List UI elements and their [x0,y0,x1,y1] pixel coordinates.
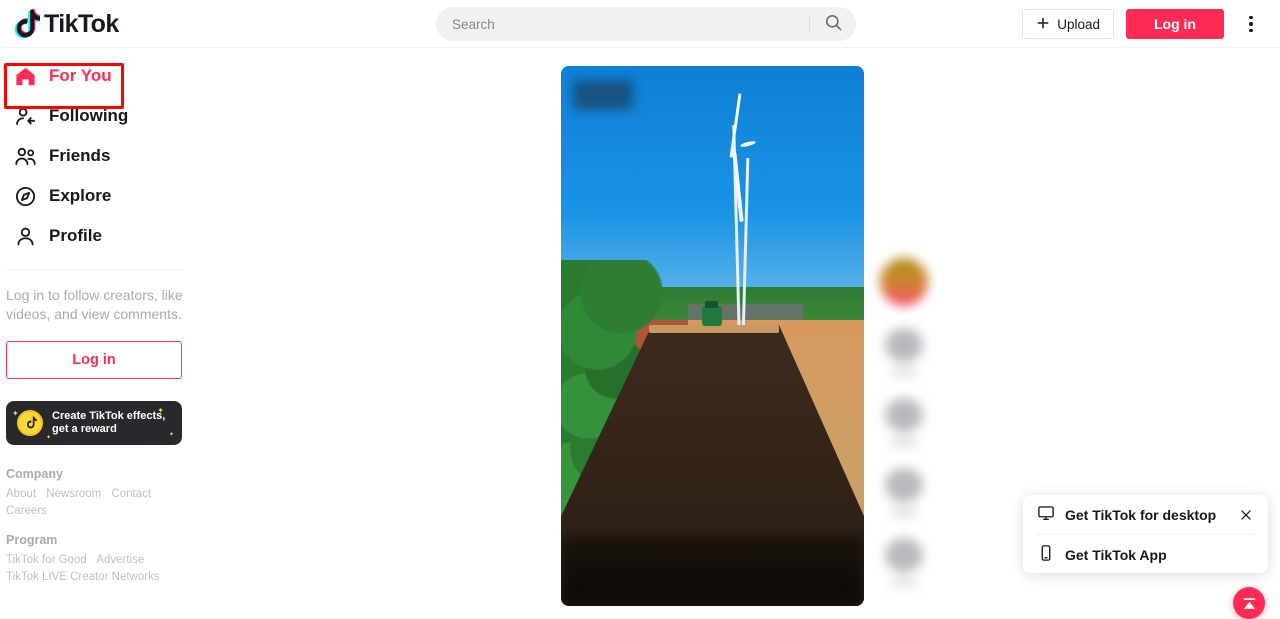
video-soil-edge [648,325,780,334]
get-tiktok-desktop-label: Get TikTok for desktop [1065,506,1217,523]
sidebar-item-label: Friends [49,146,111,165]
sparkle-icon: ✦ [168,432,174,438]
footer-spacer [6,520,206,533]
get-tiktok-app-row[interactable]: Get TikTok App [1037,535,1254,574]
monitor-icon [1037,504,1055,525]
effects-line-2: get a reward [52,423,117,435]
kebab-menu-icon[interactable] [1240,12,1262,36]
share-count [891,578,917,586]
share-action[interactable] [885,538,923,586]
home-icon [13,64,38,89]
video-player[interactable] [561,66,864,606]
footer-link-about[interactable]: About [6,488,36,500]
top-header: TikTok Upload Log in [0,0,1280,48]
footer-link-careers[interactable]: Careers [6,505,47,517]
plus-icon [1036,16,1050,33]
video-caption-blurred-overlay [561,535,864,606]
sidebar-item-for-you[interactable]: For You [0,56,240,96]
sidebar-item-label: For You [49,66,112,85]
login-prompt-text: Log in to follow creators, like videos, … [6,287,183,322]
search-bar[interactable] [436,7,856,41]
sidebar-item-label: Explore [49,186,112,205]
user-plus-icon [13,104,38,129]
video-action-rail [876,258,932,586]
sidebar-item-label: Profile [49,226,102,245]
coin-tiktok-icon [17,410,43,436]
create-effects-banner[interactable]: ✦ ✦ ✦ ✦ Create TikTok effects, get a rew… [6,401,182,445]
search-input[interactable] [436,16,809,32]
logo-wordmark: TikTok [44,10,119,38]
get-tiktok-app-label: Get TikTok App [1065,546,1167,563]
sidebar-divider [6,269,182,270]
footer-company-heading: Company [6,467,63,481]
sidebar-footer: Company About Newsroom Contact Careers P… [6,467,206,586]
get-tiktok-desktop-row[interactable]: Get TikTok for desktop [1037,495,1254,534]
footer-program-links: TikTok for Good Advertise TikTok LIVE Cr… [6,552,206,586]
footer-company-links: About Newsroom Contact Careers [6,486,206,520]
phone-icon [1037,544,1055,565]
tiktok-note-icon [10,8,42,40]
sparkle-icon: ✦ [12,409,19,418]
header-login-button[interactable]: Log in [1126,9,1224,39]
comment-action[interactable] [885,398,923,446]
like-count [891,368,917,376]
footer-link-tiktok-for-good[interactable]: TikTok for Good [6,554,87,566]
tiktok-logo[interactable]: TikTok [10,8,119,40]
effects-line-1: Create TikTok effects, [52,410,166,422]
avatar[interactable] [880,258,928,306]
sidebar-item-explore[interactable]: Explore [0,176,240,216]
like-action[interactable] [885,328,923,376]
users-icon [13,144,38,169]
sparkle-icon: ✦ [46,435,52,441]
footer-link-tiktok-live-creator-networks[interactable]: TikTok LIVE Creator Networks [6,571,160,583]
compass-icon [13,184,38,209]
close-icon[interactable] [1236,505,1256,525]
bookmark-action[interactable] [885,468,923,516]
sidebar-login-button[interactable]: Log in [6,341,182,379]
heart-icon[interactable] [885,328,923,362]
sparkle-icon: ✦ [157,406,164,415]
search-icon [824,13,843,35]
comment-icon[interactable] [885,398,923,432]
sidebar-item-following[interactable]: Following [0,96,240,136]
left-sidebar: For You Following Friends Explore Profil… [0,48,240,618]
bookmark-icon[interactable] [885,468,923,502]
footer-link-newsroom[interactable]: Newsroom [46,488,101,500]
share-icon[interactable] [885,538,923,572]
sidebar-item-friends[interactable]: Friends [0,136,240,176]
search-button[interactable] [810,7,856,41]
effects-banner-text: Create TikTok effects, get a reward [52,410,165,436]
footer-link-contact[interactable]: Contact [111,488,151,500]
bookmark-count [891,508,917,516]
comment-count [891,438,917,446]
video-top-left-blurred-badge [573,80,634,111]
footer-link-advertise[interactable]: Advertise [96,554,144,566]
video-tractor [701,301,722,327]
upload-button[interactable]: Upload [1022,9,1114,39]
video-feed [561,66,864,606]
get-tiktok-popup: Get TikTok for desktop Get TikTok App [1023,495,1268,573]
footer-program-heading: Program [6,533,58,547]
sidebar-item-label: Following [49,106,129,125]
sidebar-item-profile[interactable]: Profile [0,216,240,256]
user-icon [13,224,38,249]
upload-button-label: Upload [1057,16,1100,32]
upload-tray-icon[interactable] [1233,587,1265,619]
